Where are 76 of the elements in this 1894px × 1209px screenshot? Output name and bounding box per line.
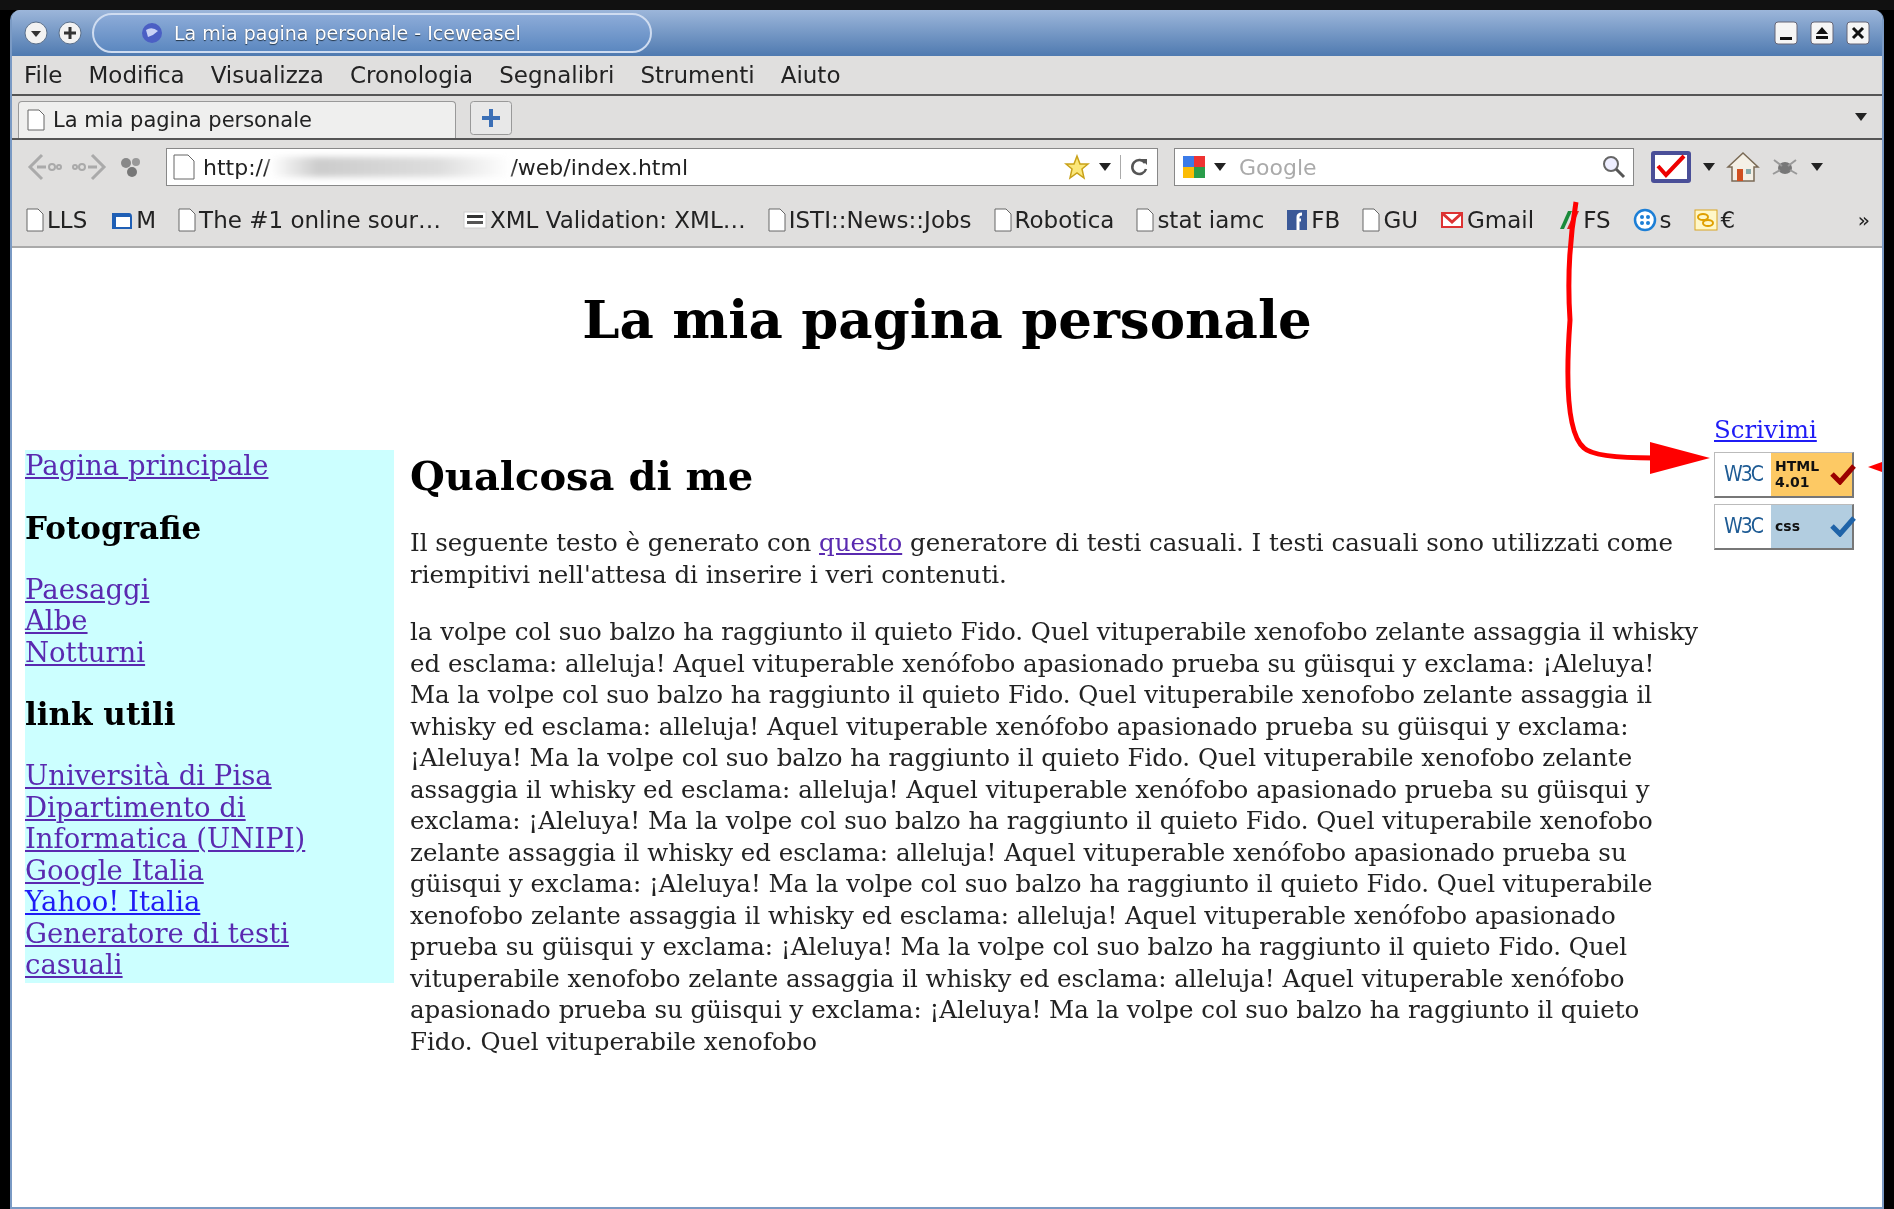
bookmark-item[interactable]: XML Validation: XML…	[462, 207, 746, 233]
menu-item[interactable]: File	[24, 62, 63, 88]
menu-item[interactable]: Segnalibri	[499, 62, 615, 88]
sidebar-link[interactable]: Università di Pisa	[25, 760, 272, 792]
bookmark-item[interactable]: €	[1693, 207, 1736, 233]
page-icon	[178, 208, 197, 232]
page-icon	[767, 208, 786, 232]
tab-list-caret-icon[interactable]	[1854, 112, 1868, 122]
search-field[interactable]: Google	[1174, 148, 1634, 186]
menu-item[interactable]: Visualizza	[210, 62, 324, 88]
page-icon	[26, 208, 44, 232]
caret-icon[interactable]	[1810, 162, 1824, 172]
bookmark-item[interactable]: GU	[1362, 207, 1419, 233]
bookmark-item[interactable]: The #1 online sour…	[178, 207, 441, 233]
address-field[interactable]: http:// /web/index.html	[166, 148, 1158, 186]
facebook-icon	[1286, 209, 1309, 231]
bookmark-item[interactable]: ISTI::News::Jobs	[767, 207, 972, 233]
menu-item[interactable]: Aiuto	[780, 62, 841, 88]
globe-icon	[140, 21, 164, 45]
sidebar-link[interactable]: Pagina principale	[25, 450, 269, 482]
body-paragraph: la volpe col suo balzo ha raggiunto il quieto Fido. Quel vituperabile xenofobo zelante assaggia il whisky ed esclama: alleluja! Aquel vituperable xenófobo apasionado prueba su güisqui y exclama: ¡Aleluya! Ma la volpe col suo balzo ha raggiunto il quieto Fido. Quel vituperabile xenofobo zelante assaggia il whisky ed esclama: alleluja! Aquel vituperable xenófobo apasionado prueba su güisqui y exclama: ¡Aleluya! Ma la volpe col suo balzo ha raggiunto il quieto Fido. Quel vituperabile xenofobo zelante assaggia il whisky ed esclama: alleluja! Aquel vituperable xenófobo apasionado prueba su güisqui y exclama: ¡Aleluya! Ma la volpe col suo balzo ha raggiunto il quieto Fido. Quel vituperabile xenofobo zelante assaggia il whisky ed esclama: alleluja! Aquel vituperable xenófobo apasionado prueba su güisqui y exclama: ¡Aleluya! Ma la volpe col suo balzo ha raggiunto il quieto Fido. Quel vituperabile xenofobo zelante assaggia il whisky ed esclama: alleluja! Aquel vituperable xenófobo apasionado prueba su güisqui y exclama: ¡Aleluya! Ma la volpe col suo balzo ha raggiunto il quieto Fido. Quel vituperabile xenofobo zelante assaggia il whisky ed esclama: alleluja! Aquel vituperable xenófobo apasionado prueba su güisqui y exclama: ¡Aleluya! Ma la volpe col suo balzo ha raggiunto il quieto Fido. Quel vituperabile xenofobo	[410, 616, 1700, 1057]
bookmark-item[interactable]: Gmail	[1440, 207, 1535, 233]
browser-tab[interactable]: La mia pagina personale	[18, 101, 456, 138]
window-menu-icon[interactable]	[24, 21, 48, 45]
sidebar-heading: link utili	[25, 696, 176, 732]
sidebar-link[interactable]: Yahoo! Italia	[25, 886, 201, 918]
close-icon[interactable]	[1846, 21, 1870, 45]
page-icon	[27, 109, 45, 131]
bookmark-item[interactable]: stat iamc	[1136, 207, 1265, 233]
bookmark-item[interactable]: Robotica	[993, 207, 1115, 233]
caret-icon[interactable]	[1213, 162, 1227, 172]
bookmark-item[interactable]: FS	[1556, 207, 1611, 233]
validation-badge[interactable]: W3C css	[1714, 503, 1854, 550]
home-icon[interactable]	[1726, 150, 1760, 184]
menu-item[interactable]: Modifica	[88, 62, 185, 88]
maximize-icon[interactable]	[1810, 21, 1834, 45]
plus-icon[interactable]	[58, 21, 82, 45]
contact-link[interactable]: Scrivimi	[1714, 414, 1817, 446]
page-icon	[1362, 208, 1381, 232]
menu-item[interactable]: Strumenti	[640, 62, 755, 88]
sidebar-link[interactable]: Google Italia	[25, 854, 204, 886]
menu-item[interactable]: Cronologia	[349, 62, 474, 88]
page-icon	[993, 208, 1012, 232]
minimize-icon[interactable]	[1774, 21, 1798, 45]
annotation-arrow-tip	[1868, 460, 1882, 474]
star-icon[interactable]	[1064, 154, 1090, 180]
dotted-circle-icon	[1632, 208, 1657, 232]
page-icon	[1136, 208, 1155, 232]
text-link[interactable]: questo	[819, 528, 903, 557]
new-tab-button[interactable]	[470, 101, 512, 135]
page-heading: La mia pagina personale	[581, 288, 1313, 350]
search-icon[interactable]	[1601, 154, 1627, 180]
bookmark-item[interactable]: FB	[1286, 207, 1341, 233]
page-icon	[173, 154, 195, 180]
url-end: /web/index.html	[510, 154, 689, 180]
url-start: http://	[203, 154, 271, 180]
search-engine-icon[interactable]	[1181, 154, 1207, 180]
coins-icon	[1693, 208, 1718, 232]
sidebar-link[interactable]: Generatore di testi casuali	[25, 917, 394, 981]
sidebar-link[interactable]: Dipartimento di Informatica (UNIPI)	[25, 791, 394, 855]
bookmark-item[interactable]: LLS	[26, 207, 88, 233]
sidebar-link[interactable]: Albe	[25, 605, 88, 637]
section-heading: Qualcosa di me	[410, 452, 755, 499]
sidebar-heading: Fotografie	[25, 509, 202, 546]
sidebar-link[interactable]: Paesaggi	[25, 573, 150, 605]
bookmarks-overflow-button[interactable]: »	[1857, 208, 1870, 232]
tv-check-icon[interactable]	[1650, 150, 1692, 184]
caret-icon[interactable]	[1098, 162, 1112, 172]
intro-paragraph: Il seguente testo è generato con questo generatore di testi casuali. I testi casuali sono utilizzati come riempitivi nell'attesa di inserire i veri contenuti.	[410, 527, 1675, 590]
caret-icon[interactable]	[1702, 162, 1716, 172]
bookmark-item[interactable]: M	[109, 207, 157, 233]
xml-icon	[462, 209, 487, 231]
bookmark-item[interactable]: s	[1632, 207, 1672, 233]
window-title: La mia pagina personale - Iceweasel	[174, 22, 521, 44]
envelope-icon	[1440, 210, 1465, 230]
sidebar-link[interactable]: Notturni	[25, 636, 146, 668]
